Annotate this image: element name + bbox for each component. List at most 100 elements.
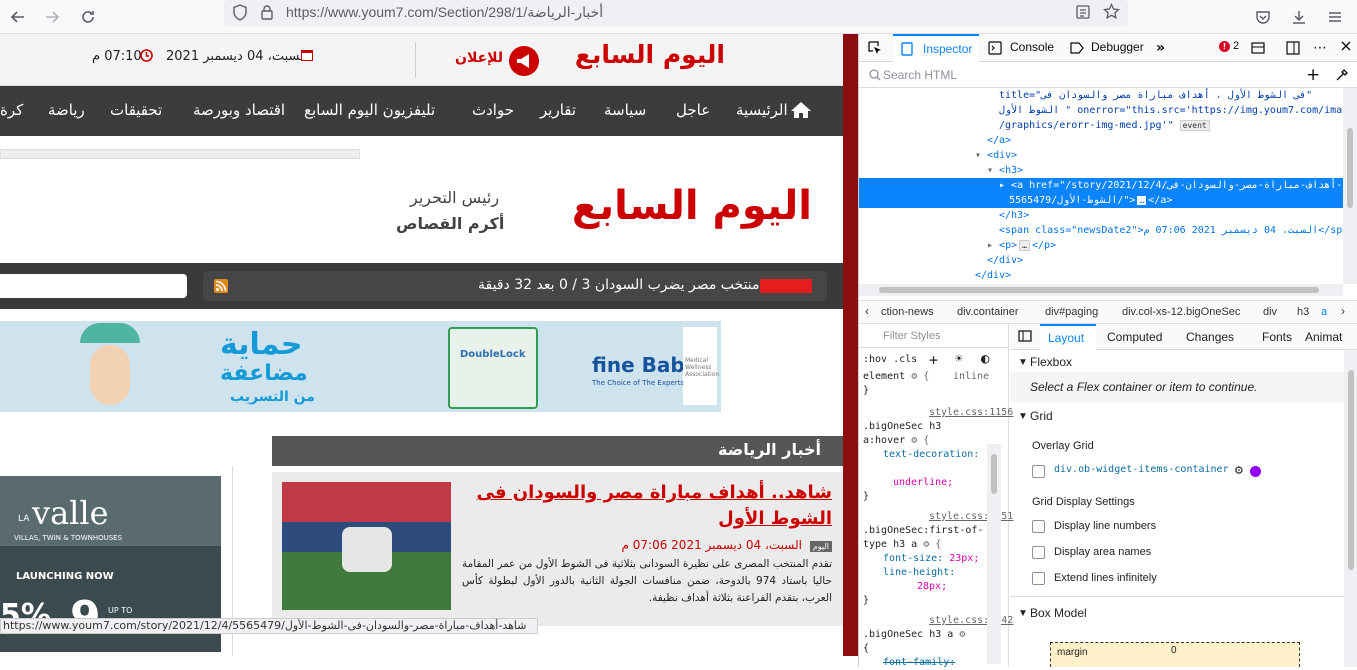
site-logo[interactable]: اليوم السابع [572, 184, 812, 234]
markup-line[interactable]: ▸ <p>… </p> [987, 238, 1056, 253]
breadcrumb-item[interactable]: ction-news [881, 306, 934, 318]
grid-color-swatch[interactable] [1250, 466, 1261, 477]
markup-line[interactable]: </h3> [999, 208, 1029, 223]
url-text[interactable]: https://www.youm7.com/Section/298/1/أخبا… [286, 4, 603, 21]
url-bar[interactable]: https://www.youm7.com/Section/298/1/أخبا… [224, 0, 1128, 26]
tab-changes[interactable]: Changes [1186, 330, 1234, 344]
site-logo-small[interactable]: اليوم السابع [575, 40, 725, 76]
pick-element-icon[interactable] [867, 40, 883, 56]
markup-line[interactable]: <span class="newsDate2">السبت، 04 ديسمبر… [999, 223, 1357, 238]
nav-football[interactable]: كرة [0, 101, 23, 119]
menu-icon[interactable] [1321, 3, 1349, 31]
bookmark-star-icon[interactable] [1103, 3, 1120, 20]
section-title[interactable]: أخبار الرياضة [718, 440, 821, 459]
tab-animations[interactable]: Animat [1305, 330, 1342, 344]
breadcrumb-item[interactable]: div.col-xs-12.bigOneSec [1122, 306, 1240, 318]
extend-lines-checkbox[interactable] [1032, 572, 1045, 585]
devtools-menu-icon[interactable]: ⋯ [1313, 40, 1327, 56]
nav-accidents[interactable]: حوادث [472, 101, 514, 119]
grid-highlight-icon[interactable]: ⚙ [1234, 464, 1244, 477]
add-rule-icon[interactable]: + [929, 351, 938, 369]
nav-tv[interactable]: تليفزيون اليوم السابع [304, 101, 435, 119]
dock-icon[interactable] [1286, 41, 1300, 55]
dark-mode-icon[interactable]: ◐ [981, 351, 989, 367]
box-model-collapse-icon[interactable]: ▼ [1018, 608, 1028, 619]
breadcrumb-item[interactable]: div#paging [1045, 306, 1098, 318]
tab-fonts[interactable]: Fonts [1262, 330, 1292, 344]
margin-top-value[interactable]: 0 [1171, 645, 1177, 656]
selected-node[interactable]: ▸ <a href="/story/2021/12/4/شاهد-أهداف-م… [859, 178, 1357, 208]
tab-computed[interactable]: Computed [1107, 330, 1162, 344]
tab-debugger[interactable]: Debugger [1091, 40, 1144, 54]
flexbox-header[interactable]: Flexbox [1030, 355, 1072, 369]
back-icon[interactable] [4, 3, 32, 31]
markup-scrollbar[interactable] [1343, 88, 1357, 284]
light-mode-icon[interactable]: ☀ [955, 352, 963, 367]
flexbox-collapse-icon[interactable]: ▼ [1018, 357, 1028, 368]
nav-sports[interactable]: رياضة [48, 101, 85, 119]
line-numbers-checkbox[interactable] [1032, 520, 1045, 533]
megaphone-icon[interactable] [509, 46, 539, 76]
nav-economy[interactable]: اقتصاد وبورصة [193, 101, 285, 119]
markup-line[interactable]: </div> [975, 268, 1011, 283]
markup-line[interactable]: </div> [987, 253, 1023, 268]
downloads-icon[interactable] [1285, 3, 1313, 31]
nav-politics[interactable]: سياسة [604, 101, 646, 119]
ads-link[interactable]: للإعلان [455, 46, 545, 76]
banner-ad[interactable]: حماية مضاعفة من التسريب DoubleLock fine … [0, 321, 721, 412]
breadcrumb-item[interactable]: a [1321, 306, 1327, 318]
eyedropper-icon[interactable] [1335, 68, 1349, 82]
article-title[interactable]: شاهد.. أهداف مباراة مصر والسودان فى الشو… [462, 480, 832, 532]
reader-view-icon[interactable] [1075, 4, 1091, 20]
rules-filter[interactable]: Filter Styles [859, 324, 1009, 348]
breadcrumb-item[interactable]: h3 [1297, 306, 1309, 318]
layout-scrollbar[interactable] [1344, 350, 1357, 667]
ads-label[interactable]: للإعلان [455, 50, 503, 66]
tab-inspector[interactable]: Inspector [893, 34, 979, 62]
pocket-icon[interactable] [1249, 3, 1277, 31]
nav-reports[interactable]: تقارير [540, 101, 576, 119]
add-node-icon[interactable]: + [1306, 65, 1320, 85]
markup-line[interactable]: /graphics/erorr-img-med.jpg'" event [999, 118, 1210, 133]
debugger-icon[interactable] [1070, 41, 1084, 55]
error-count[interactable]: 2 [1233, 40, 1239, 52]
markup-line[interactable]: الشوط الأول " onerror="this.src='https:/… [999, 103, 1342, 118]
nav-home[interactable]: الرئيسية [736, 101, 788, 119]
lock-icon[interactable] [260, 4, 274, 21]
article-image[interactable] [282, 482, 451, 610]
markup-line[interactable]: title="فى الشوط الأول ، أهداف مباراة مصر… [999, 88, 1312, 103]
breadcrumb-item[interactable]: div.container [957, 306, 1019, 318]
breadcrumb-item[interactable]: div [1263, 306, 1277, 318]
search-input[interactable] [0, 274, 187, 298]
markup-line[interactable]: ▾ <h3> [987, 163, 1023, 178]
nav-urgent[interactable]: عاجل [676, 101, 710, 119]
breadcrumb-back-icon[interactable]: ‹ [865, 304, 869, 318]
home-icon[interactable] [790, 101, 812, 119]
tab-console[interactable]: Console [1010, 40, 1054, 54]
responsive-icon[interactable] [1251, 41, 1265, 55]
markup-line[interactable]: ▾ <div> [975, 148, 1017, 163]
markup-line[interactable]: </a> [987, 133, 1011, 148]
markup-hscrollbar[interactable] [859, 284, 1343, 296]
more-tabs-icon[interactable]: » [1156, 40, 1165, 56]
console-icon[interactable] [988, 41, 1002, 55]
sidebar-toggle-icon[interactable] [1018, 330, 1032, 342]
close-devtools-icon[interactable] [1340, 39, 1352, 53]
area-names-checkbox[interactable] [1032, 546, 1045, 559]
tab-layout[interactable]: Layout [1040, 324, 1096, 350]
rules-scrollbar[interactable] [987, 444, 1001, 664]
nav-investigations[interactable]: تحقيقات [110, 101, 162, 119]
ticker-text[interactable]: منتخب مصر يضرب السودان 3 / 0 بعد 32 دقيق… [478, 277, 760, 293]
rss-icon[interactable] [214, 279, 228, 293]
pseudo-toggle[interactable]: :hov .cls [863, 354, 917, 365]
forward-icon[interactable] [38, 3, 66, 31]
grid-header[interactable]: Grid [1030, 409, 1053, 423]
breadcrumb-forward-icon[interactable]: › [1341, 304, 1345, 318]
grid-item-checkbox[interactable] [1032, 465, 1045, 478]
shield-icon[interactable] [232, 4, 248, 21]
grid-collapse-icon[interactable]: ▼ [1018, 411, 1028, 422]
reload-icon[interactable] [74, 3, 102, 31]
error-icon[interactable]: ! [1219, 41, 1230, 52]
html-search-input[interactable]: Search HTML [883, 68, 957, 82]
box-model-header[interactable]: Box Model [1030, 606, 1087, 620]
